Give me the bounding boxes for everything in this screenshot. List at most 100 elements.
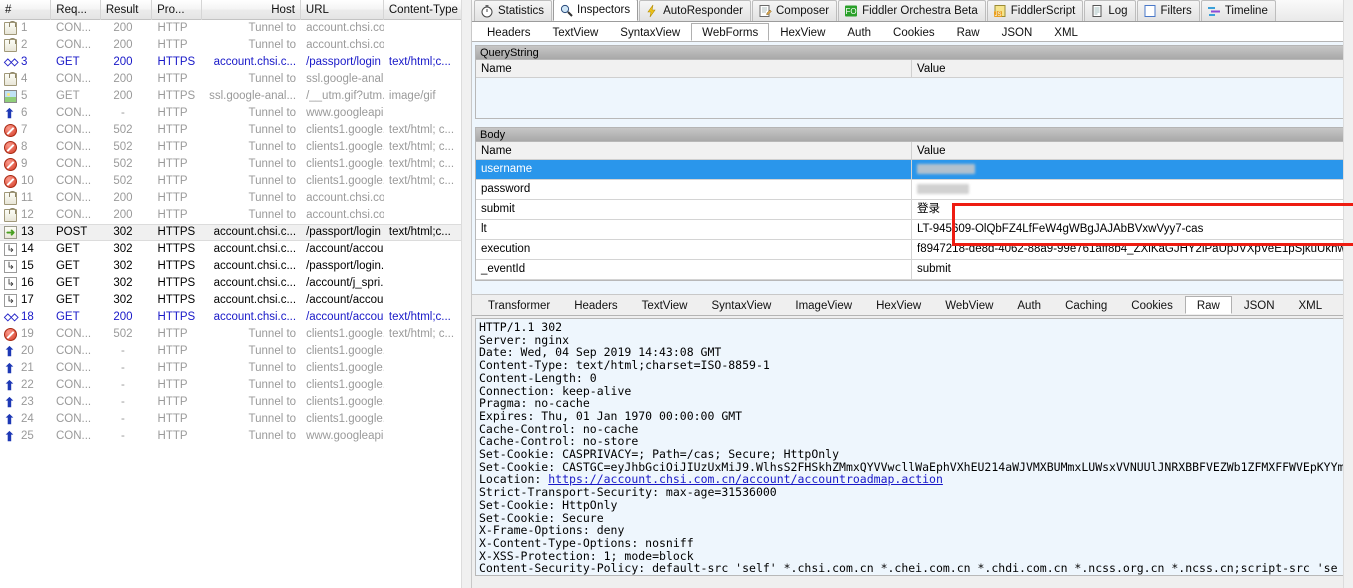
session-row[interactable]: ⬆ 24 CON... - HTTP Tunnel to clients1.google..…	[0, 411, 471, 428]
response-tab-syntaxview[interactable]: SyntaxView	[699, 296, 783, 314]
response-tab-textview[interactable]: TextView	[630, 296, 700, 314]
session-row[interactable]: 2 CON... 200 HTTP Tunnel to account.chsi.co..…	[0, 37, 471, 54]
session-row-number-cell: 19	[0, 326, 51, 343]
session-list-panel[interactable]: # Req... Result Pro... Host URL Content-…	[0, 0, 472, 588]
session-row[interactable]: ⬆6CON...-HTTPTunnel towww.googleapi...	[0, 105, 471, 122]
filter-icon	[1143, 4, 1157, 18]
session-method: GET	[55, 277, 80, 289]
session-row[interactable]: 17 GET 302 HTTPS account.chsi.c... /account/a…	[0, 292, 471, 309]
session-result: 302	[113, 277, 133, 289]
column-header-host[interactable]: Host	[202, 0, 301, 20]
response-tab-raw[interactable]: Raw	[1184, 296, 1232, 314]
session-row[interactable]: 19 CON... 502 HTTP Tunnel to clients1.google.…	[0, 326, 471, 343]
body-grid-rows[interactable]: username password submit 登录 lt LT-945609-OlQb…	[476, 160, 1349, 280]
fo-badge-icon: FO	[844, 4, 858, 18]
request-tab-xml[interactable]: XML	[1043, 23, 1089, 41]
querystring-empty-body[interactable]	[476, 78, 1349, 118]
session-content-type: text/html; c...	[388, 124, 455, 136]
webforms-row[interactable]: submit 登录	[476, 200, 1349, 220]
session-list-scrollbar[interactable]	[461, 0, 471, 588]
webforms-row[interactable]: execution f8947218-de8d-4062-88a9-99e761a…	[476, 240, 1349, 260]
column-header-content-type[interactable]: Content-Type	[384, 0, 471, 20]
response-tab-transformer[interactable]: Transformer	[476, 296, 562, 314]
response-tab-hexview[interactable]: HexView	[864, 296, 933, 314]
raw-response-view[interactable]: HTTP/1.1 302 Server: nginx Date: Wed, 04 S…	[475, 318, 1350, 576]
session-row[interactable]: 12 CON... 200 HTTP Tunnel to account.chsi.co.…	[0, 207, 471, 224]
session-row[interactable]: 5 GET 200 HTTPS ssl.google-anal... /__utm.gif…	[0, 88, 471, 105]
column-header-request[interactable]: Req...	[51, 0, 101, 20]
webforms-row[interactable]: _eventId submit	[476, 260, 1349, 280]
response-tab-headers[interactable]: Headers	[562, 296, 629, 314]
body-col-value[interactable]: Value	[912, 142, 1349, 159]
querystring-col-value[interactable]: Value	[912, 60, 1349, 77]
response-tab-webview[interactable]: WebView	[933, 296, 1005, 314]
main-tab-bar[interactable]: Statistics Inspectors AutoResponder Compose…	[472, 0, 1353, 22]
session-row[interactable]: ⬆ 25 CON... - HTTP Tunnel to www.googleapi...	[0, 428, 471, 445]
main-tab-autoresponder[interactable]: AutoResponder	[639, 0, 751, 21]
session-host: account.chsi.c...	[213, 243, 297, 255]
session-row[interactable]: 9 CON... 502 HTTP Tunnel to clients1.google..…	[0, 156, 471, 173]
response-tab-json[interactable]: JSON	[1232, 296, 1287, 314]
body-col-name[interactable]: Name	[476, 142, 912, 159]
request-tab-auth[interactable]: Auth	[836, 23, 882, 41]
session-row[interactable]: 13 POST 302 HTTPS account.chsi.c... /passport…	[0, 224, 471, 241]
request-tab-webforms[interactable]: WebForms	[691, 22, 770, 41]
request-tab-hexview[interactable]: HexView	[769, 23, 836, 41]
main-tab-filters[interactable]: Filters	[1136, 0, 1200, 21]
main-tab-statistics[interactable]: Statistics	[474, 0, 553, 21]
session-row[interactable]: 1 CON... 200 HTTP Tunnel to account.chsi.co..…	[0, 20, 471, 37]
webforms-row[interactable]: password	[476, 180, 1349, 200]
column-header-number[interactable]: #	[0, 0, 52, 20]
column-header-url[interactable]: URL	[301, 0, 384, 20]
response-inspector-tab-bar[interactable]: Transformer Headers TextView SyntaxView Imag…	[472, 294, 1353, 316]
response-tab-caching[interactable]: Caching	[1053, 296, 1119, 314]
request-tab-cookies[interactable]: Cookies	[882, 23, 946, 41]
session-row[interactable]: 8 CON... 502 HTTP Tunnel to clients1.google..…	[0, 139, 471, 156]
session-row[interactable]: ◇◇ 3 GET 200 HTTPS account.chsi.c... /passport…	[0, 54, 471, 71]
response-tab-auth[interactable]: Auth	[1005, 296, 1053, 314]
session-row[interactable]: 15 GET 302 HTTPS account.chsi.c... /passport/…	[0, 258, 471, 275]
webforms-row[interactable]: username	[476, 160, 1349, 180]
session-row[interactable]: ⬆ 23 CON... - HTTP Tunnel to clients1.google..…	[0, 394, 471, 411]
request-tab-textview[interactable]: TextView	[541, 23, 609, 41]
request-tab-syntaxview[interactable]: SyntaxView	[609, 23, 691, 41]
querystring-grid[interactable]: Name Value	[475, 59, 1350, 119]
session-row[interactable]: 16 GET 302 HTTPS account.chsi.c... /account/j…	[0, 275, 471, 292]
querystring-col-name[interactable]: Name	[476, 60, 912, 77]
raw-response-line: Set-Cookie: CASPRIVACY=; Path=/cas; Secu…	[479, 447, 840, 462]
column-header-result[interactable]: Result	[101, 0, 153, 20]
session-row[interactable]: ⬆ 21 CON... - HTTP Tunnel to clients1.google..…	[0, 360, 471, 377]
main-tab-timeline[interactable]: Timeline	[1200, 0, 1276, 21]
session-host: account.chsi.c...	[213, 226, 297, 238]
session-row-number-cell: ⬆ 25	[0, 428, 51, 445]
response-tab-imageview[interactable]: ImageView	[783, 296, 864, 314]
response-tab-xml[interactable]: XML	[1287, 296, 1335, 314]
webforms-row[interactable]: lt LT-945609-OlQbFZ4LfFeW4gWBgJAJAbBVxwVy…	[476, 220, 1349, 240]
request-tab-raw[interactable]: Raw	[946, 23, 991, 41]
session-row[interactable]: 7 CON... 502 HTTP Tunnel to clients1.google..…	[0, 122, 471, 139]
session-number: 17	[21, 294, 34, 306]
request-tab-json[interactable]: JSON	[991, 23, 1044, 41]
session-row[interactable]: 11 CON... 200 HTTP Tunnel to account.chsi.co.…	[0, 190, 471, 207]
main-tab-composer[interactable]: Composer	[752, 0, 838, 21]
session-row[interactable]: 4 CON... 200 HTTP Tunnel to ssl.google-anal..…	[0, 71, 471, 88]
request-inspector-tab-bar[interactable]: Headers TextView SyntaxView WebForms HexView…	[472, 22, 1353, 42]
body-grid[interactable]: Name Value username password submit 登录 lt LT-…	[475, 141, 1350, 281]
main-tab-fiddlerscript[interactable]: JS FiddlerScript	[986, 0, 1084, 21]
session-row[interactable]: 14 GET 302 HTTPS account.chsi.c... /account/a…	[0, 241, 471, 258]
session-row[interactable]: ⬆ 20 CON... - HTTP Tunnel to clients1.google..…	[0, 343, 471, 360]
main-tab-label: Fiddler Orchestra Beta	[862, 5, 978, 17]
main-tab-inspectors[interactable]: Inspectors	[553, 0, 639, 21]
request-tab-headers[interactable]: Headers	[476, 23, 541, 41]
session-row[interactable]: ⬆ 22 CON... - HTTP Tunnel to clients1.google..…	[0, 377, 471, 394]
session-method: CON...	[55, 73, 92, 85]
session-rows[interactable]: 1 CON... 200 HTTP Tunnel to account.chsi.co..…	[0, 20, 471, 445]
session-row[interactable]: ◇◇ 18 GET 200 HTTPS account.chsi.c... /account…	[0, 309, 471, 326]
main-tab-fiddler-orchestra-beta[interactable]: FO Fiddler Orchestra Beta	[838, 0, 986, 21]
inspector-scrollbar[interactable]	[1343, 0, 1353, 588]
response-tab-cookies[interactable]: Cookies	[1119, 296, 1185, 314]
session-number: 3	[21, 56, 28, 68]
session-row[interactable]: 10 CON... 502 HTTP Tunnel to clients1.google.…	[0, 173, 471, 190]
main-tab-log[interactable]: Log	[1084, 0, 1136, 21]
column-header-protocol[interactable]: Pro...	[152, 0, 202, 20]
